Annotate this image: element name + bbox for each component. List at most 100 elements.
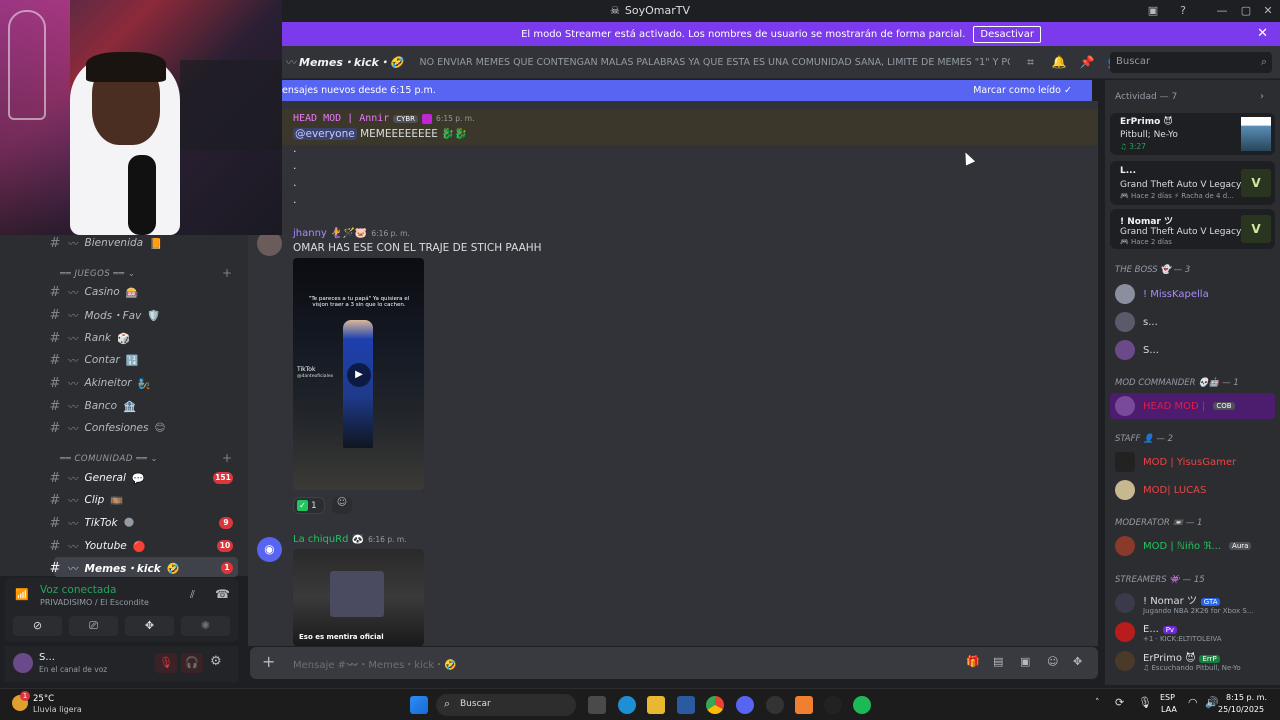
steam-icon[interactable] <box>824 696 842 714</box>
disable-streamer-button[interactable]: Desactivar <box>973 25 1041 43</box>
minimize-button[interactable]: — <box>1214 3 1230 19</box>
threads-icon[interactable]: ⌗ <box>1024 55 1038 70</box>
activity-card[interactable]: ErPrimo 😈 Pitbull; Ne-Yo ♫ 3:27 <box>1110 113 1275 155</box>
apps-icon[interactable]: ✥ <box>1073 655 1082 668</box>
obs-icon[interactable] <box>766 696 784 714</box>
channel-youtube[interactable]: # 〰 Youtube 🔴 <box>48 536 146 556</box>
chevron-up-icon[interactable]: ˄ <box>1095 698 1100 708</box>
app-icon[interactable] <box>795 696 813 714</box>
channel-confesiones[interactable]: # 〰 Confesiones 😊 <box>48 418 166 438</box>
sticker-icon[interactable]: ▣ <box>1020 655 1030 668</box>
help-icon[interactable]: ? <box>1175 3 1191 19</box>
deafen-icon[interactable]: 🎧 <box>181 653 203 673</box>
category-comunidad[interactable]: ══ COMUNIDAD ══ ⌄ <box>60 454 158 464</box>
member-item[interactable]: s... <box>1115 309 1158 335</box>
channel-akineitor[interactable]: # 〰 Akineitor 🧞 <box>48 373 151 393</box>
soundboard-button[interactable]: ✺ <box>181 616 230 636</box>
spotify-icon[interactable] <box>853 696 871 714</box>
taskbar-search[interactable]: ⌕ Buscar <box>436 694 576 716</box>
category-juegos[interactable]: ══ JUEGOS ══ ⌄ <box>60 269 135 279</box>
add-reaction-icon[interactable]: ☺ <box>332 497 352 514</box>
message-composer[interactable]: + Mensaje #〰️・Memes・kick・🤣 🎁 ▤ ▣ ☺ ✥ <box>250 647 1098 679</box>
add-channel-icon[interactable]: + <box>222 266 232 280</box>
message-author[interactable]: La chiquRd 🐼 <box>293 534 364 545</box>
pin-icon[interactable]: 📌 <box>1080 55 1095 69</box>
clock-date[interactable]: 25/10/2025 <box>1218 705 1264 714</box>
channel-topic[interactable]: NO ENVIAR MEMES QUE CONTENGAN MALAS PALA… <box>420 57 1010 68</box>
video-attachment[interactable]: Eso es mentira oficial <box>293 549 424 646</box>
discord-avatar-icon[interactable]: ◉ <box>257 537 282 562</box>
channel-contar[interactable]: # 〰 Contar 🔢 <box>48 350 139 370</box>
volume-icon[interactable]: 🔊 <box>1205 696 1219 709</box>
gift-icon[interactable]: 🎁 <box>966 655 980 668</box>
member-item[interactable]: S... <box>1115 337 1159 363</box>
tray-icon[interactable]: ⟳ <box>1115 696 1124 709</box>
camera-off-button[interactable]: ⊘ <box>13 616 62 636</box>
weather-desc[interactable]: Lluvia ligera <box>33 705 82 714</box>
channel-casino[interactable]: # 〰 Casino 🎰 <box>48 282 139 302</box>
member-item[interactable]: E... Pv +1 · KICK:ELTITOLEIVA <box>1115 619 1222 645</box>
voice-status[interactable]: Voz conectada <box>40 584 116 596</box>
new-messages-bar[interactable]: ensajes nuevos desde 6:15 p.m. Marcar co… <box>282 80 1092 101</box>
play-icon[interactable]: ▶ <box>347 363 371 387</box>
task-view-icon[interactable] <box>588 696 606 714</box>
activity-card[interactable]: L... Grand Theft Auto V Legacy 🎮 Hace 2 … <box>1110 161 1275 205</box>
activity-card[interactable]: ! Nomar ツ Grand Theft Auto V Legacy 🎮 Ha… <box>1110 209 1275 249</box>
language-indicator[interactable]: ESP <box>1160 693 1175 702</box>
chrome-icon[interactable] <box>706 696 724 714</box>
gear-icon[interactable]: ⚙ <box>210 654 222 669</box>
add-attachment-icon[interactable]: + <box>262 652 275 671</box>
channel-memes-kick[interactable]: # 〰 Memes・kick 🤣 <box>48 558 180 578</box>
member-item[interactable]: ! MissKapella <box>1115 281 1209 307</box>
screen-share-button[interactable]: ⎚ <box>69 616 118 636</box>
channel-rank[interactable]: # 〰 Rank 🎲 <box>48 328 131 348</box>
keyboard-layout[interactable]: LAA <box>1161 705 1177 714</box>
start-icon[interactable] <box>410 696 428 714</box>
mark-as-read-button[interactable]: Marcar como leído ✓ <box>973 85 1072 96</box>
store-icon[interactable] <box>677 696 695 714</box>
channel-bienvenida[interactable]: # 〰 Bienvenida 📙 <box>48 233 163 253</box>
channel-general[interactable]: # 〰 General 💬 <box>48 468 145 488</box>
member-item[interactable]: ! Nomar ツ GTA Jugando NBA 2K26 for Xbox S… <box>1115 590 1254 616</box>
message-author[interactable]: jhanny 🧜‍♀️🪄🐷 <box>293 228 367 239</box>
member-item[interactable]: HEAD MOD | COB <box>1115 393 1235 419</box>
message-input[interactable]: Mensaje #〰️・Memes・kick・🤣 <box>293 656 457 671</box>
discord-icon[interactable] <box>736 696 754 714</box>
clock-time[interactable]: 8:15 p. m. <box>1226 693 1267 702</box>
maximize-button[interactable]: ▢ <box>1238 3 1254 19</box>
mic-muted-icon[interactable]: 🎙 <box>155 653 177 673</box>
emoji-icon[interactable]: ☺ <box>1047 655 1058 668</box>
weather-temp[interactable]: 25°C <box>33 694 54 704</box>
search-input[interactable]: Buscar ⌕ <box>1110 52 1272 73</box>
video-attachment[interactable]: "Te pareces a tu papá" Ya quisiera el vi… <box>293 258 424 490</box>
add-channel-icon[interactable]: + <box>222 451 232 465</box>
inbox-icon[interactable]: ▣ <box>1145 3 1161 19</box>
disconnect-icon[interactable]: ☎ <box>215 587 230 601</box>
noise-suppression-icon[interactable]: ⫽ <box>190 588 195 602</box>
everyone-mention[interactable]: @everyone <box>293 128 357 140</box>
channel-mods-fav[interactable]: # 〰 Mods・Fav 🛡️ <box>48 305 161 325</box>
chevron-right-icon[interactable]: › <box>1260 91 1264 102</box>
avatar[interactable] <box>13 653 33 673</box>
edge-icon[interactable] <box>618 696 636 714</box>
member-item[interactable]: MOD| LUCAS <box>1115 477 1206 503</box>
explorer-icon[interactable] <box>647 696 665 714</box>
close-icon[interactable]: ✕ <box>1257 26 1268 41</box>
close-window-button[interactable]: ✕ <box>1260 3 1276 19</box>
member-item[interactable]: ErPrimo 😈 ErrP ♫ Escuchando Pitbull, Ne-Y… <box>1115 648 1241 674</box>
channel-tiktok[interactable]: # 〰 TikTok 🌑 <box>48 513 135 533</box>
bell-icon[interactable]: 🔔 <box>1052 55 1067 69</box>
message-author[interactable]: HEAD MOD | Annir <box>293 113 389 124</box>
voice-channel-name[interactable]: PRIVADISIMO / El Escondite <box>40 598 149 607</box>
user-name[interactable]: S... <box>39 652 55 663</box>
member-item[interactable]: MOD | ℕiño ℜ... Aura <box>1115 533 1252 559</box>
mic-tray-icon[interactable]: 🎙 <box>1138 696 1152 709</box>
signal-icon[interactable]: 📶 <box>15 588 29 601</box>
reaction-check[interactable]: ✓ 1 <box>293 497 325 514</box>
gif-icon[interactable]: ▤ <box>993 655 1003 668</box>
channel-clip[interactable]: # 〰 Clip 🎞️ <box>48 490 124 510</box>
activities-button[interactable]: ✥ <box>125 616 174 636</box>
channel-banco[interactable]: # 〰 Banco 🏦 <box>48 396 137 416</box>
wifi-icon[interactable]: ◠ <box>1188 696 1198 709</box>
member-item[interactable]: MOD | YisusGamer <box>1115 449 1236 475</box>
